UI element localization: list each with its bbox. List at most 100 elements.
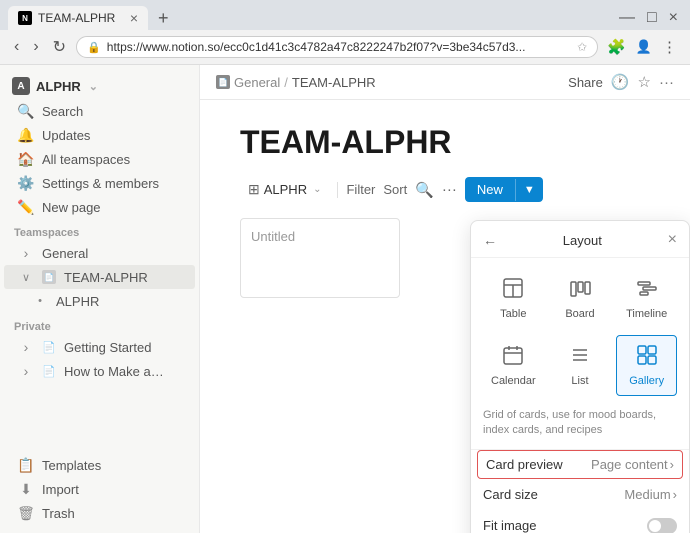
updates-icon: 🔔	[18, 127, 34, 143]
sidebar-item-updates[interactable]: 🔔 Updates	[4, 123, 195, 147]
tab-close-button[interactable]: ×	[130, 11, 138, 25]
fit-image-row[interactable]: Fit image	[471, 510, 689, 533]
nav-icons: 🧩 👤 ⋮	[604, 36, 680, 58]
filter-button[interactable]: Filter	[346, 182, 375, 197]
table-layout-icon	[502, 277, 524, 304]
topbar-actions: Share 🕐 ☆ ···	[568, 73, 674, 91]
board-layout-icon	[569, 277, 591, 304]
fit-image-toggle[interactable]	[647, 518, 677, 533]
sidebar: A ALPHR ⌄ 🔍 Search 🔔 Updates 🏠 All teams…	[0, 65, 200, 533]
gallery-card-title: Untitled	[251, 229, 295, 244]
settings-icon: ⚙️	[18, 175, 34, 191]
back-button[interactable]: ‹	[10, 36, 23, 58]
sidebar-item-how-to[interactable]: › 📄 How to Make a Progress ...	[4, 359, 195, 383]
sort-button[interactable]: Sort	[383, 182, 407, 197]
new-button-group: New ▼	[465, 177, 543, 202]
star-button[interactable]: ☆	[638, 73, 651, 91]
popup-back-button[interactable]: ←	[483, 232, 497, 248]
import-icon: ⬇	[18, 481, 34, 497]
card-size-chevron: ›	[673, 487, 677, 502]
timeline-layout-icon	[636, 277, 658, 304]
card-size-value: Medium ›	[624, 487, 677, 502]
more-options-button[interactable]: ···	[659, 74, 674, 91]
sidebar-templates-label: Templates	[42, 458, 101, 473]
sidebar-new-page-label: New page	[42, 200, 101, 215]
more-button[interactable]: ···	[442, 181, 457, 198]
view-grid-icon: ⊞	[248, 181, 260, 198]
extensions-button[interactable]: 🧩	[604, 36, 629, 58]
sidebar-item-team-alphr[interactable]: ∨ 📄 TEAM-ALPHR	[4, 265, 195, 289]
topbar: 📄 General / TEAM-ALPHR Share 🕐 ☆ ···	[200, 65, 690, 100]
sidebar-general-label: General	[42, 246, 88, 261]
sidebar-item-getting-started[interactable]: › 📄 Getting Started	[4, 335, 195, 359]
sidebar-item-new-page[interactable]: ✏️ New page	[4, 195, 195, 219]
breadcrumb-general[interactable]: General	[234, 75, 280, 90]
sidebar-item-trash[interactable]: 🗑 Trash	[4, 501, 195, 525]
sidebar-updates-label: Updates	[42, 128, 90, 143]
gallery-card[interactable]: Untitled	[240, 218, 400, 298]
sidebar-trash-label: Trash	[42, 506, 75, 521]
new-tab-button[interactable]: +	[152, 8, 175, 29]
minimize-button[interactable]: —	[615, 7, 639, 29]
sidebar-team-alphr-label: TEAM-ALPHR	[64, 270, 148, 285]
tab-favicon: N	[18, 11, 32, 25]
card-preview-label: Card preview	[486, 457, 563, 472]
layout-option-calendar[interactable]: Calendar	[483, 335, 544, 396]
card-size-label: Card size	[483, 487, 538, 502]
view-label: ALPHR	[264, 182, 307, 197]
how-to-page-icon: 📄	[42, 364, 56, 378]
breadcrumb-separator: /	[284, 75, 288, 90]
sidebar-item-alphr[interactable]: • ALPHR	[4, 289, 195, 313]
card-size-row[interactable]: Card size Medium ›	[471, 479, 689, 510]
gallery-layout-label: Gallery	[629, 375, 664, 387]
sidebar-item-settings[interactable]: ⚙️ Settings & members	[4, 171, 195, 195]
view-selector[interactable]: ⊞ ALPHR ⌄	[240, 177, 329, 202]
forward-button[interactable]: ›	[29, 36, 42, 58]
card-preview-row[interactable]: Card preview Page content ›	[477, 450, 683, 479]
sidebar-item-general[interactable]: › General	[4, 241, 195, 265]
new-button-main[interactable]: New	[465, 177, 515, 202]
sidebar-all-teamspaces-label: All teamspaces	[42, 152, 130, 167]
history-button[interactable]: 🕐	[611, 73, 630, 91]
workspace-name: ALPHR	[36, 79, 81, 94]
share-button[interactable]: Share	[568, 75, 603, 90]
new-button-arrow[interactable]: ▼	[515, 179, 543, 201]
active-tab[interactable]: N TEAM-ALPHR ×	[8, 6, 148, 30]
popup-header: ← Layout ×	[471, 221, 689, 258]
sidebar-item-import[interactable]: ⬇ Import	[4, 477, 195, 501]
maximize-button[interactable]: □	[643, 7, 661, 29]
view-bar: ⊞ ALPHR ⌄ Filter Sort 🔍 ··· New ▼	[240, 177, 650, 202]
layout-option-table[interactable]: Table	[483, 268, 544, 329]
bookmark-icon: ✩	[577, 40, 587, 54]
view-chevron-icon: ⌄	[313, 184, 321, 195]
new-page-icon: ✏️	[18, 199, 34, 215]
tab-label: TEAM-ALPHR	[38, 11, 115, 25]
sidebar-import-label: Import	[42, 482, 79, 497]
card-preview-value: Page content ›	[591, 457, 674, 472]
app-layout: A ALPHR ⌄ 🔍 Search 🔔 Updates 🏠 All teams…	[0, 65, 690, 533]
page-title: TEAM-ALPHR	[240, 124, 650, 161]
sidebar-item-all-teamspaces[interactable]: 🏠 All teamspaces	[4, 147, 195, 171]
workspace-header[interactable]: A ALPHR ⌄	[0, 73, 199, 99]
popup-close-button[interactable]: ×	[668, 231, 677, 249]
fit-image-label: Fit image	[483, 518, 536, 533]
search-button[interactable]: 🔍	[415, 181, 434, 199]
main-content: 📄 General / TEAM-ALPHR Share 🕐 ☆ ··· TEA…	[200, 65, 690, 533]
sidebar-how-to-label: How to Make a Progress ...	[64, 364, 164, 379]
sidebar-item-search[interactable]: 🔍 Search	[4, 99, 195, 123]
layout-option-gallery[interactable]: Gallery	[616, 335, 677, 396]
profile-button[interactable]: 👤	[633, 36, 655, 58]
how-to-icon: ›	[18, 363, 34, 379]
close-window-button[interactable]: ×	[665, 7, 682, 29]
page-content-area: TEAM-ALPHR ⊞ ALPHR ⌄ Filter Sort 🔍 ··· N…	[200, 100, 690, 533]
address-bar[interactable]: 🔒 https://www.notion.so/ecc0c1d41c3c4782…	[76, 36, 598, 58]
layout-option-list[interactable]: List	[550, 335, 611, 396]
sidebar-search-label: Search	[42, 104, 83, 119]
breadcrumb-team-alphr[interactable]: TEAM-ALPHR	[292, 75, 376, 90]
reload-button[interactable]: ↻	[49, 35, 70, 59]
sidebar-item-templates[interactable]: 📋 Templates	[4, 453, 195, 477]
layout-option-timeline[interactable]: Timeline	[616, 268, 677, 329]
layout-option-board[interactable]: Board	[550, 268, 611, 329]
menu-button[interactable]: ⋮	[659, 36, 680, 58]
alphr-icon: •	[32, 293, 48, 309]
